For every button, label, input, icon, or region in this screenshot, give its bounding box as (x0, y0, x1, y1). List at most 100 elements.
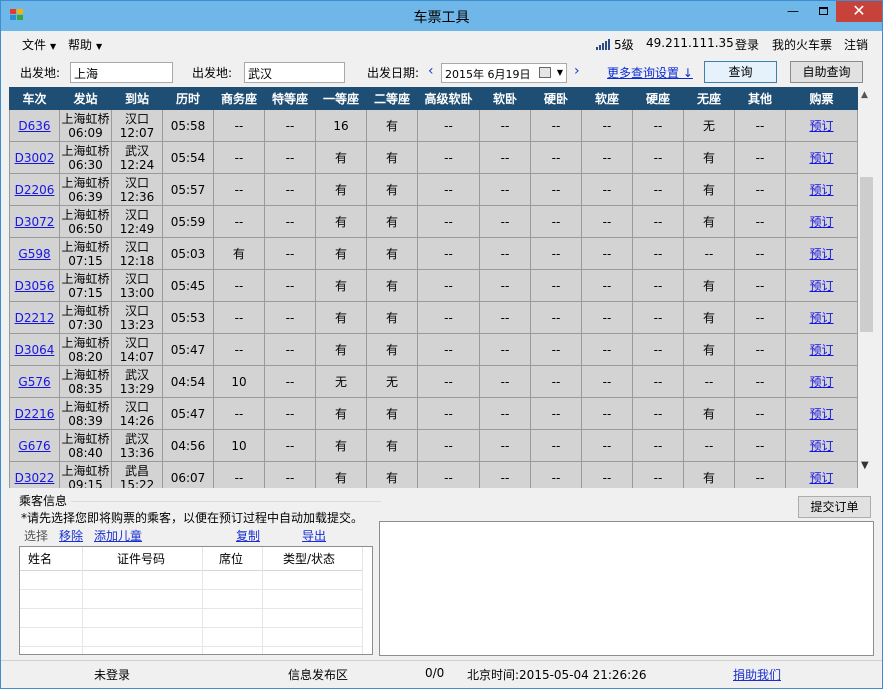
to-input[interactable]: 武汉 (244, 62, 345, 83)
col-seat: 席位 (219, 552, 244, 566)
seat-cell: 无 (683, 109, 735, 142)
train-number-link[interactable]: D2212 (9, 301, 60, 334)
depart-station: 上海虹桥 (61, 143, 110, 158)
table-row[interactable]: G576 上海虹桥 08:35 武汉 13:29 04:54 10 -- 无无 -- -- -- -- -… (9, 365, 858, 398)
book-link[interactable]: 预订 (785, 205, 858, 238)
table-row[interactable]: D3064 上海虹桥 08:20 汉口 14:07 05:47 -- -- 有有 -- -- -- --… (9, 333, 858, 366)
seat-cell: 有 (315, 429, 367, 462)
remove-passenger-link[interactable]: 移除 (59, 527, 83, 544)
seat-cell: 06:07 (162, 461, 214, 488)
table-row[interactable]: D636 上海虹桥 06:09 汉口 12:07 05:58 -- -- 16 有 -- -- -- --… (9, 109, 858, 142)
seat-cell: -- (213, 333, 265, 366)
arrive-cell: 武汉 13:36 (111, 429, 163, 462)
date-picker[interactable]: 2015年 6月19日 ▼ (441, 63, 567, 83)
prev-day-button[interactable]: ‹ (428, 63, 434, 79)
seat-cell: -- (632, 205, 684, 238)
train-number-link[interactable]: G598 (9, 237, 60, 270)
message-box[interactable] (379, 521, 874, 656)
arrive-station: 武昌 (124, 463, 149, 478)
more-settings-link[interactable]: 更多查询设置 ↓ (607, 64, 693, 81)
seat-cell: -- (213, 461, 265, 488)
select-passenger-link[interactable]: 选择 (24, 527, 48, 544)
train-number-link[interactable]: D2206 (9, 173, 60, 206)
close-button[interactable]: ✕ (836, 1, 882, 22)
train-number-link[interactable]: D2216 (9, 397, 60, 430)
table-scrollbar[interactable]: ▲ ▼ (858, 87, 875, 476)
passenger-table[interactable]: 姓名 证件号码 席位 类型/状态 (19, 546, 373, 655)
train-number-link[interactable]: D3022 (9, 461, 60, 488)
menu-file[interactable]: 文件 ▼ (22, 36, 56, 53)
book-link[interactable]: 预订 (785, 397, 858, 430)
submit-order-button[interactable]: 提交订单 (798, 496, 871, 518)
book-link[interactable]: 预订 (785, 333, 858, 366)
train-number-link[interactable]: D3002 (9, 141, 60, 174)
export-link[interactable]: 导出 (302, 527, 326, 544)
depart-station: 上海虹桥 (61, 239, 110, 254)
train-number-link[interactable]: D636 (9, 109, 60, 142)
scroll-down-icon[interactable]: ▼ (861, 460, 869, 471)
seat-cell: -- (530, 141, 582, 174)
seat-cell: -- (530, 461, 582, 488)
table-row[interactable]: D3022 上海虹桥 09:15 武昌 15:22 06:07 -- -- 有有 -- -- -- --… (9, 461, 858, 488)
next-day-button[interactable]: › (574, 63, 580, 79)
book-link[interactable]: 预订 (785, 173, 858, 206)
minimize-button[interactable]: — (778, 1, 808, 22)
seat-cell: -- (581, 269, 633, 302)
book-link[interactable]: 预订 (785, 237, 858, 270)
seat-cell: -- (632, 397, 684, 430)
search-bar: 出发地: 上海 出发地: 武汉 出发日期: ‹ 2015年 6月19日 ▼ › … (1, 55, 882, 87)
seat-cell: 有 (366, 397, 418, 430)
seat-cell: -- (264, 397, 316, 430)
seat-cell: 05:57 (162, 173, 214, 206)
book-link[interactable]: 预订 (785, 429, 858, 462)
book-link[interactable]: 预订 (785, 269, 858, 302)
book-link[interactable]: 预订 (785, 365, 858, 398)
add-child-link[interactable]: 添加儿童 (94, 527, 142, 544)
query-button[interactable]: 查询 (704, 61, 777, 83)
my-tickets-link[interactable]: 我的火车票 (772, 36, 832, 53)
maximize-button[interactable] (808, 1, 838, 22)
train-number-link[interactable]: D3072 (9, 205, 60, 238)
seat-cell: -- (264, 429, 316, 462)
chevron-down-icon[interactable]: ▼ (557, 68, 563, 77)
table-row[interactable]: D3056 上海虹桥 07:15 汉口 13:00 05:45 -- -- 有有 -- -- -- --… (9, 269, 858, 302)
table-row[interactable]: D2212 上海虹桥 07:30 汉口 13:23 05:53 -- -- 有有 -- -- -- --… (9, 301, 858, 334)
depart-time: 07:15 (68, 285, 103, 300)
table-row[interactable]: D2216 上海虹桥 08:39 汉口 14:26 05:47 -- -- 有有 -- -- -- --… (9, 397, 858, 430)
arrive-cell: 武汉 13:29 (111, 365, 163, 398)
table-row[interactable]: D3072 上海虹桥 06:50 汉口 12:49 05:59 -- -- 有有 -- -- -- --… (9, 205, 858, 238)
book-link[interactable]: 预订 (785, 141, 858, 174)
seat-cell: 05:03 (162, 237, 214, 270)
table-row[interactable]: D2206 上海虹桥 06:39 汉口 12:36 05:57 -- -- 有有 -- -- -- --… (9, 173, 858, 206)
train-number-link[interactable]: D3064 (9, 333, 60, 366)
train-number-link[interactable]: D3056 (9, 269, 60, 302)
table-row[interactable]: G676 上海虹桥 08:40 武汉 13:36 04:56 10 -- 有有 -- -- -- -- -… (9, 429, 858, 462)
seat-cell: 05:45 (162, 269, 214, 302)
seat-cell: 有 (366, 333, 418, 366)
seat-cell: -- (213, 109, 265, 142)
copy-link[interactable]: 复制 (236, 527, 260, 544)
table-row[interactable]: D3002 上海虹桥 06:30 武汉 12:24 05:54 -- -- 有有 -- -- -- --… (9, 141, 858, 174)
table-row[interactable]: G598 上海虹桥 07:15 汉口 12:18 05:03 有 -- 有有 -- -- -- -- --… (9, 237, 858, 270)
scroll-up-icon[interactable]: ▲ (861, 90, 868, 100)
from-input[interactable]: 上海 (70, 62, 173, 83)
calendar-icon[interactable] (539, 67, 551, 78)
logout-link[interactable]: 注销 (844, 36, 868, 53)
scroll-thumb[interactable] (860, 177, 873, 332)
login-link[interactable]: 登录 (735, 36, 759, 53)
arrive-cell: 汉口 13:23 (111, 301, 163, 334)
seat-cell: -- (417, 333, 480, 366)
book-link[interactable]: 预订 (785, 109, 858, 142)
window-title: 车票工具 (413, 10, 470, 26)
seat-cell: 有 (315, 301, 367, 334)
donate-link[interactable]: 捐助我们 (733, 666, 781, 683)
self-query-button[interactable]: 自助查询 (790, 61, 863, 83)
depart-cell: 上海虹桥 06:50 (59, 205, 112, 238)
book-link[interactable]: 预订 (785, 301, 858, 334)
menu-help[interactable]: 帮助 ▼ (68, 36, 102, 53)
seat-cell: -- (530, 397, 582, 430)
arrive-time: 14:26 (119, 413, 155, 428)
train-number-link[interactable]: G576 (9, 365, 60, 398)
book-link[interactable]: 预订 (785, 461, 858, 488)
train-number-link[interactable]: G676 (9, 429, 60, 462)
